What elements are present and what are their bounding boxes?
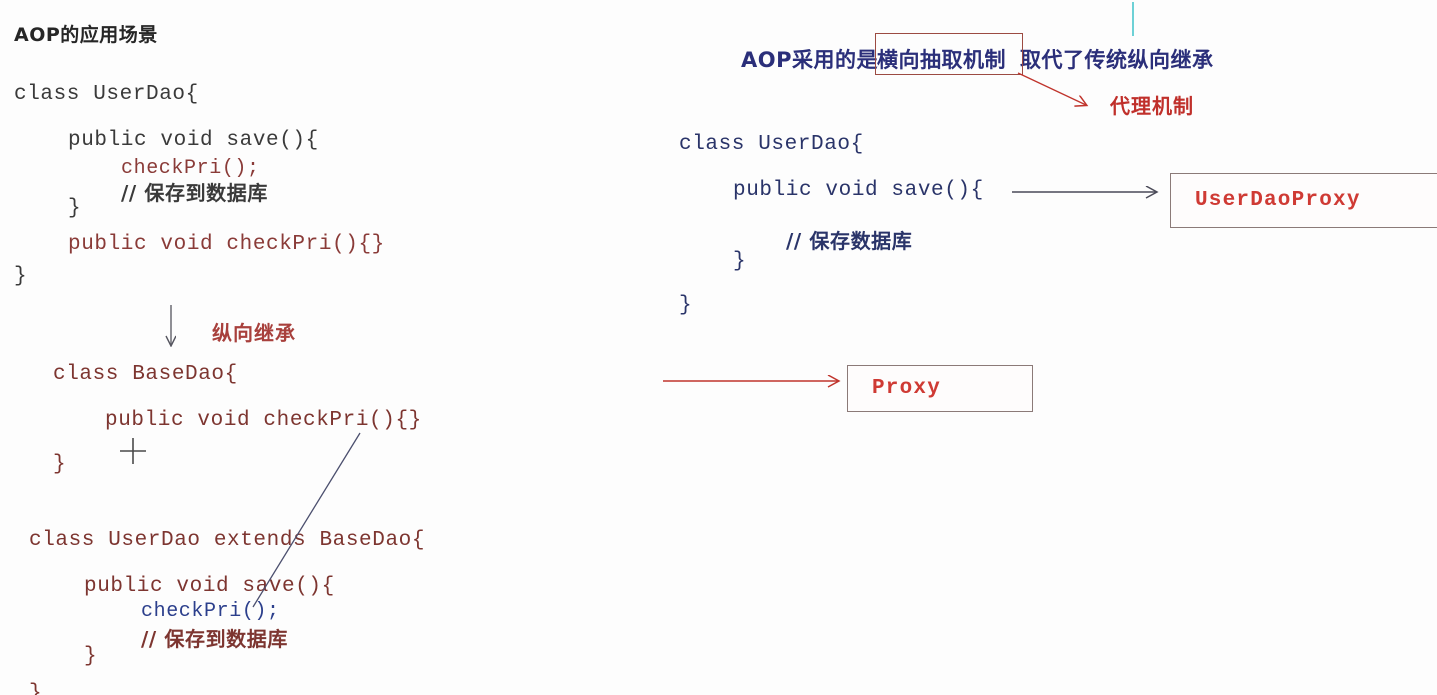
right-userdao-line-save: public void save(){	[733, 179, 984, 202]
node-userdaoproxy[interactable]: UserDaoProxy	[1170, 173, 1437, 228]
right-userdao-line-class: class UserDao{	[679, 133, 864, 156]
node-proxy-label: Proxy	[872, 377, 942, 400]
left-userdao-extends-line-close-method: }	[84, 645, 98, 668]
left-userdao-extends-line-checkpri-call: checkPri();	[141, 600, 280, 623]
node-userdaoproxy-label: UserDaoProxy	[1195, 189, 1361, 212]
highlight-box-horizontal-extraction	[875, 33, 1023, 75]
vertical-inheritance-label: 纵向继承	[212, 321, 296, 345]
left-userdao-extends-line-comment: // 保存到数据库	[141, 627, 288, 651]
left-basedao-line-checkpri: public void checkPri(){}	[105, 409, 422, 432]
left-userdao-line-close-class: }	[14, 265, 28, 288]
diagram-canvas: AOP的应用场景 class UserDao{ public void save…	[0, 0, 1437, 695]
aop-headline-suffix: 取代了传统纵向继承	[1020, 48, 1214, 72]
right-userdao-line-close-method: }	[733, 250, 747, 273]
right-userdao-line-comment: // 保存数据库	[786, 229, 913, 253]
left-userdao-extends-line-class: class UserDao extends BaseDao{	[29, 529, 426, 552]
left-userdao-extends-line-save: public void save(){	[84, 575, 335, 598]
right-userdao-line-close-class: }	[679, 294, 693, 317]
left-userdao-line-save: public void save(){	[68, 129, 319, 152]
crosshair-marker	[120, 438, 146, 464]
left-userdao-line-checkpri-def: public void checkPri(){}	[68, 233, 385, 256]
left-basedao-line-close: }	[53, 453, 67, 476]
left-userdao-extends-line-close-class: }	[29, 682, 43, 695]
left-basedao-line-class: class BaseDao{	[53, 363, 238, 386]
highlight-to-proxy-arrow	[1017, 72, 1086, 105]
left-userdao-line-comment: // 保存到数据库	[121, 181, 268, 205]
left-userdao-line-class: class UserDao{	[14, 83, 199, 106]
node-proxy[interactable]: Proxy	[847, 365, 1033, 412]
left-userdao-line-close-method: }	[68, 197, 82, 220]
page-title: AOP的应用场景	[14, 24, 158, 46]
aop-headline-prefix: AOP采用的是	[741, 48, 878, 72]
proxy-mechanism-label: 代理机制	[1110, 94, 1194, 118]
